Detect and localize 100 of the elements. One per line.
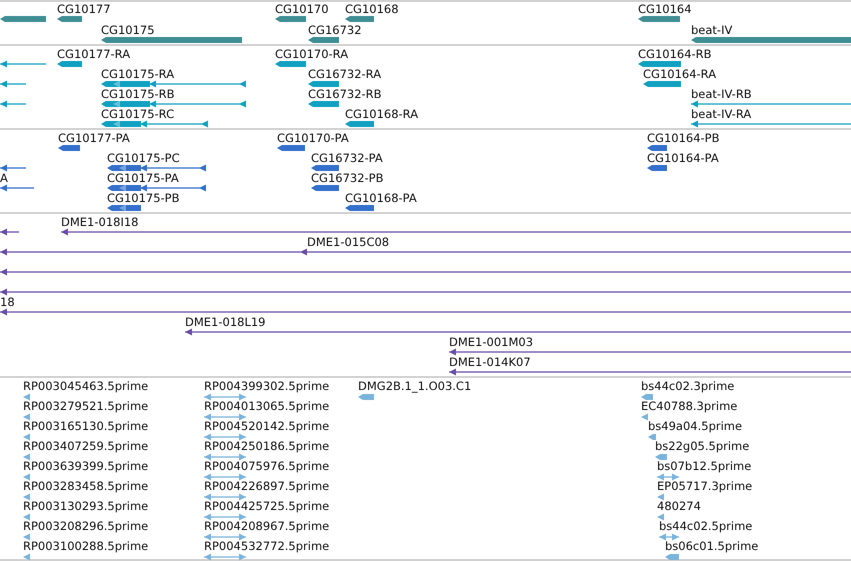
gene-label: beat-IV — [691, 23, 732, 37]
transcript-glyph[interactable] — [308, 81, 339, 87]
read-glyph[interactable] — [204, 454, 246, 460]
read-glyph[interactable] — [23, 474, 30, 480]
protein-label: CG10164-PA — [647, 151, 719, 165]
clone-glyph[interactable] — [61, 228, 851, 236]
read-glyph[interactable] — [641, 414, 648, 420]
protein-label: CG10177-PA — [58, 131, 130, 145]
clone-glyph[interactable] — [0, 248, 300, 256]
protein-glyph[interactable] — [0, 184, 34, 192]
read-glyph[interactable] — [657, 494, 664, 500]
transcript-glyph[interactable] — [101, 80, 246, 88]
protein-glyph[interactable] — [345, 205, 374, 211]
read-glyph[interactable] — [23, 494, 30, 500]
read-label: bs22g05.5prime — [655, 439, 750, 453]
protein-label: CG10164-PB — [647, 131, 720, 145]
transcript-glyph[interactable] — [643, 81, 681, 87]
protein-glyph[interactable] — [0, 164, 26, 172]
clone-glyph[interactable] — [0, 308, 851, 316]
protein-glyph[interactable] — [107, 184, 206, 192]
read-glyph[interactable] — [204, 514, 246, 520]
read-label: DMG2B.1_1.O03.C1 — [358, 379, 472, 393]
transcript-label: CG10175-RB — [101, 87, 175, 101]
protein-glyph[interactable] — [277, 145, 305, 151]
gene-glyph[interactable] — [0, 16, 46, 22]
read-glyph[interactable] — [204, 494, 246, 500]
transcript-glyph[interactable] — [691, 100, 851, 108]
transcript-label: CG10170-RA — [275, 47, 348, 61]
read-label: RP004075976.5prime — [204, 459, 330, 473]
gene-label: CG10175 — [101, 23, 155, 37]
transcript-glyph[interactable] — [275, 61, 306, 67]
protein-glyph[interactable] — [311, 185, 339, 191]
read-glyph[interactable] — [204, 474, 246, 480]
protein-glyph[interactable] — [107, 164, 206, 172]
gene-glyph[interactable] — [308, 37, 339, 43]
protein-glyph[interactable] — [311, 165, 339, 171]
protein-label: CG10170-PA — [277, 131, 349, 145]
clone-label: DME1-015C08 — [307, 235, 390, 249]
read-glyph[interactable] — [358, 394, 374, 400]
transcript-glyph[interactable] — [0, 100, 26, 108]
clone-glyph[interactable] — [0, 288, 851, 296]
read-glyph[interactable] — [23, 554, 30, 560]
clone-glyph[interactable] — [449, 348, 851, 356]
gene-glyph[interactable] — [638, 16, 680, 22]
read-label: RP004226897.5prime — [204, 479, 330, 493]
clone-label: DME1-001M03 — [449, 335, 534, 349]
protein-glyph[interactable] — [58, 145, 80, 151]
read-label: RP003279521.5prime — [23, 399, 148, 413]
transcript-glyph[interactable] — [308, 101, 339, 107]
gene-label: CG10170 — [275, 2, 329, 16]
protein-label: CG10175-PC — [107, 151, 180, 165]
clone-glyph[interactable] — [185, 328, 851, 336]
transcript-glyph[interactable] — [57, 61, 82, 67]
read-label: RP003407259.5prime — [23, 439, 148, 453]
transcript-glyph[interactable] — [0, 80, 26, 88]
read-label: RP003283458.5prime — [23, 479, 148, 493]
gene-glyph[interactable] — [57, 16, 82, 22]
read-label: RP004399302.5prime — [204, 379, 330, 393]
clone-label: 18 — [0, 295, 15, 309]
read-glyph[interactable] — [204, 554, 246, 560]
clone-glyph[interactable] — [449, 368, 851, 376]
read-glyph[interactable] — [204, 534, 246, 540]
read-glyph[interactable] — [657, 474, 679, 480]
read-label: RP004250186.5prime — [204, 439, 330, 453]
read-label: 480274 — [657, 499, 701, 513]
read-glyph[interactable] — [655, 454, 667, 460]
transcript-label: CG10164-RA — [643, 67, 716, 81]
read-glyph[interactable] — [23, 514, 30, 520]
transcript-glyph[interactable] — [345, 121, 374, 127]
gene-glyph[interactable] — [345, 16, 374, 22]
transcript-label: CG10177-RA — [57, 47, 130, 61]
read-glyph[interactable] — [665, 554, 679, 560]
clone-glyph[interactable] — [300, 248, 851, 256]
read-label: EP05717.3prime — [657, 479, 752, 493]
protein-glyph[interactable] — [647, 165, 667, 171]
protein-glyph[interactable] — [107, 204, 141, 212]
read-glyph[interactable] — [641, 394, 653, 400]
read-glyph[interactable] — [648, 434, 656, 440]
transcript-glyph[interactable] — [638, 61, 681, 67]
read-label: RP003639399.5prime — [23, 459, 148, 473]
read-glyph[interactable] — [23, 454, 30, 460]
read-glyph[interactable] — [659, 534, 679, 540]
gene-glyph[interactable] — [275, 16, 306, 22]
transcript-glyph[interactable] — [101, 100, 246, 108]
transcript-glyph[interactable] — [0, 60, 46, 68]
read-label: RP003130293.5prime — [23, 499, 148, 513]
transcript-glyph[interactable] — [101, 120, 208, 128]
transcript-glyph[interactable] — [691, 120, 851, 128]
clone-glyph[interactable] — [0, 228, 19, 236]
read-glyph[interactable] — [23, 414, 30, 420]
read-glyph[interactable] — [657, 514, 664, 520]
protein-glyph[interactable] — [647, 145, 667, 151]
read-glyph[interactable] — [23, 534, 30, 540]
clone-glyph[interactable] — [0, 268, 851, 276]
read-glyph[interactable] — [204, 414, 246, 420]
read-glyph[interactable] — [204, 394, 246, 400]
read-glyph[interactable] — [23, 434, 30, 440]
read-glyph[interactable] — [204, 434, 246, 440]
read-label: RP004013065.5prime — [204, 399, 330, 413]
read-glyph[interactable] — [23, 394, 30, 400]
